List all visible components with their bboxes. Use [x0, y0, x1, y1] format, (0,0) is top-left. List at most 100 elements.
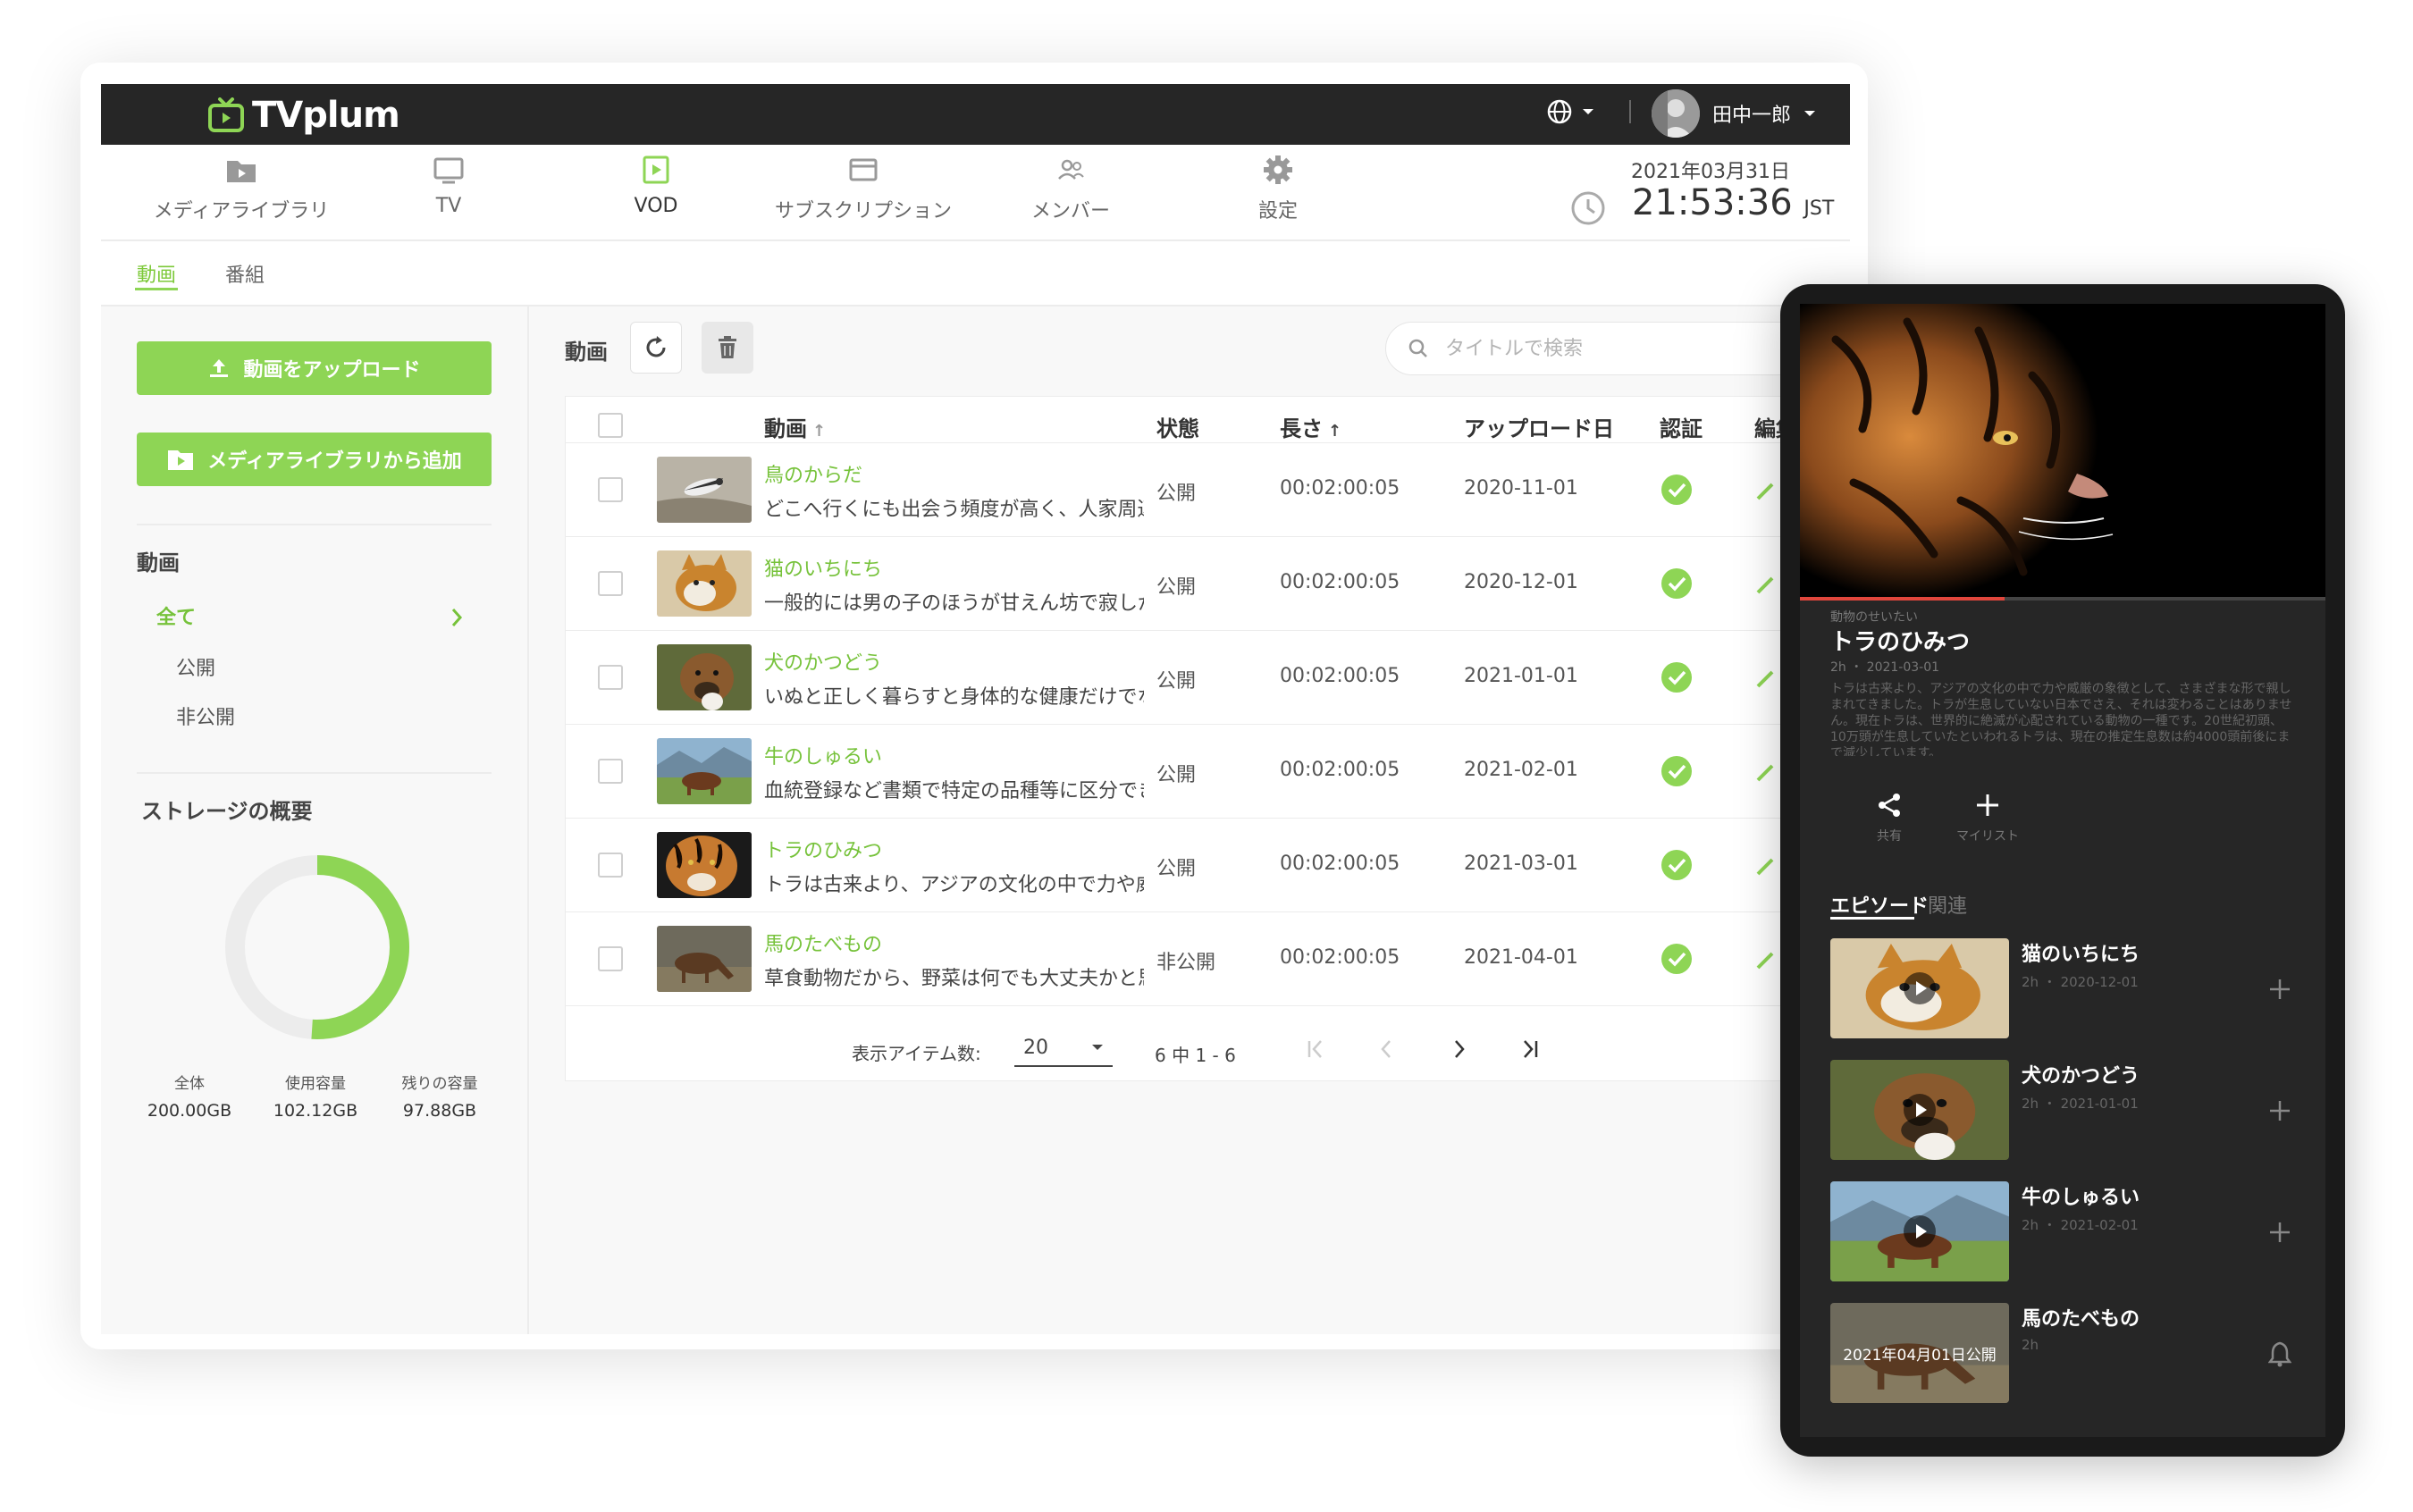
- refresh-button[interactable]: [630, 322, 682, 374]
- header-video[interactable]: 動画 ↑: [764, 411, 826, 442]
- edit-icon[interactable]: [1754, 573, 1774, 596]
- nav-label: TV: [435, 195, 462, 217]
- nav-settings[interactable]: 設定: [1162, 152, 1394, 232]
- filter-private[interactable]: 非公開: [176, 701, 235, 730]
- sort-up-icon: ↑: [812, 422, 827, 441]
- edit-icon[interactable]: [1754, 760, 1774, 784]
- header-uploaded[interactable]: アップロード日: [1464, 411, 1614, 442]
- user-menu[interactable]: 田中一郎: [1652, 89, 1816, 138]
- video-title-link[interactable]: 鳥のからだ: [764, 459, 862, 488]
- edit-icon[interactable]: [1754, 948, 1774, 971]
- video-thumbnail[interactable]: [657, 457, 752, 523]
- video-thumbnail[interactable]: [657, 832, 752, 898]
- video-thumbnail[interactable]: [657, 550, 752, 617]
- next-page-icon[interactable]: [1446, 1037, 1471, 1062]
- episode-thumbnail[interactable]: [1830, 938, 2009, 1038]
- status-cell: 公開: [1156, 764, 1197, 786]
- delete-button[interactable]: [702, 322, 753, 374]
- plus-icon[interactable]: [2268, 1221, 2291, 1244]
- hero-image[interactable]: [1800, 304, 2325, 599]
- episode-title[interactable]: 猫のいちにち: [2022, 938, 2140, 967]
- edit-icon[interactable]: [1754, 667, 1774, 690]
- video-description: トラは古来より、アジアの文化の中で力や威: [764, 874, 1144, 896]
- episode-thumbnail[interactable]: 2021年04月01日公開: [1830, 1303, 2009, 1403]
- search-input[interactable]: [1445, 337, 1785, 360]
- row-checkbox[interactable]: [598, 946, 623, 971]
- video-thumbnail[interactable]: [657, 644, 752, 710]
- tab-videos[interactable]: 動画: [137, 259, 176, 288]
- row-checkbox[interactable]: [598, 571, 623, 596]
- table-row[interactable]: 牛のしゅるい 血統登録など書類で特定の品種等に区分でき 公開 00:02:00:…: [566, 724, 1850, 818]
- nav-vod[interactable]: VOD: [540, 152, 772, 232]
- header-edit[interactable]: 編集: [1754, 411, 1781, 442]
- last-page-icon[interactable]: [1518, 1037, 1543, 1062]
- nav-members[interactable]: メンバー: [954, 152, 1187, 232]
- play-icon[interactable]: [1902, 970, 1938, 1006]
- nav-media-library[interactable]: メディアライブラリ: [125, 152, 357, 232]
- episode-title[interactable]: 牛のしゅるい: [2022, 1181, 2140, 1210]
- episode-thumbnail[interactable]: [1830, 1060, 2009, 1160]
- app-logo[interactable]: TVplum: [207, 93, 400, 138]
- filter-all[interactable]: 全て: [137, 594, 492, 639]
- episode-item[interactable]: 犬のかつどう 2h ・ 2021-01-01: [1830, 1060, 2295, 1160]
- share-label: 共有: [1877, 829, 1902, 844]
- upload-video-button[interactable]: 動画をアップロード: [137, 341, 492, 395]
- row-checkbox[interactable]: [598, 759, 623, 784]
- plus-icon[interactable]: [2268, 1099, 2291, 1122]
- edit-icon[interactable]: [1754, 479, 1774, 502]
- tab-programs[interactable]: 番組: [225, 259, 265, 288]
- video-title-link[interactable]: 牛のしゅるい: [764, 741, 882, 769]
- language-selector[interactable]: [1546, 98, 1594, 125]
- tab-episodes[interactable]: エピソード: [1830, 890, 1929, 919]
- episode-item[interactable]: 2021年04月01日公開 馬のたべもの 2h: [1830, 1303, 2295, 1403]
- list-title: 動画: [565, 340, 608, 365]
- storage-remaining-label: 残りの容量: [401, 1075, 478, 1093]
- play-icon[interactable]: [1902, 1214, 1938, 1249]
- edit-icon[interactable]: [1754, 854, 1774, 878]
- episode-item[interactable]: 猫のいちにち 2h ・ 2020-12-01: [1830, 938, 2295, 1038]
- tab-related[interactable]: 関連: [1928, 890, 1967, 919]
- tab-underline: [135, 288, 178, 290]
- video-title-link[interactable]: トラのひみつ: [764, 835, 882, 863]
- episode-thumbnail[interactable]: [1830, 1181, 2009, 1281]
- header-verified[interactable]: 認証: [1660, 411, 1703, 442]
- nav-tv[interactable]: TV: [332, 152, 565, 232]
- status-cell: 公開: [1156, 670, 1197, 693]
- video-title-link[interactable]: 馬のたべもの: [764, 928, 882, 957]
- episode-title[interactable]: 犬のかつどう: [2022, 1060, 2140, 1088]
- row-checkbox[interactable]: [598, 665, 623, 690]
- table-row[interactable]: 鳥のからだ どこへ行くにも出会う頻度が高く、人家周辺 公開 00:02:00:0…: [566, 442, 1850, 536]
- video-title-link[interactable]: 犬のかつどう: [764, 647, 882, 676]
- table-row[interactable]: 猫のいちにち 一般的には男の子のほうが甘えん坊で寂しが 公開 00:02:00:…: [566, 536, 1850, 630]
- prev-page-icon[interactable]: [1375, 1037, 1400, 1062]
- nav-subscription[interactable]: サブスクリプション: [747, 152, 979, 232]
- video-title-link[interactable]: 猫のいちにち: [764, 553, 882, 582]
- table-row[interactable]: トラのひみつ トラは古来より、アジアの文化の中で力や威 公開 00:02:00:…: [566, 818, 1850, 911]
- video-thumbnail[interactable]: [657, 738, 752, 804]
- first-page-icon[interactable]: [1303, 1037, 1328, 1062]
- table-row[interactable]: 馬のたべもの 草食動物だから、野菜は何でも大丈夫かと思 非公開 00:02:00…: [566, 911, 1850, 1005]
- table-row[interactable]: 犬のかつどう いぬと正しく暮らすと身体的な健康だけでな 公開 00:02:00:…: [566, 630, 1850, 724]
- chevron-down-icon: [1804, 111, 1816, 116]
- bell-icon[interactable]: [2268, 1340, 2291, 1367]
- globe-icon: [1547, 99, 1572, 124]
- episode-title[interactable]: 馬のたべもの: [2022, 1303, 2140, 1331]
- per-page-label: 表示アイテム数:: [852, 1043, 981, 1064]
- row-checkbox[interactable]: [598, 853, 623, 878]
- episode-item[interactable]: 牛のしゅるい 2h ・ 2021-02-01: [1830, 1181, 2295, 1281]
- plus-icon[interactable]: [2268, 978, 2291, 1001]
- date-cell: 2020-11-01: [1464, 477, 1578, 500]
- header-status[interactable]: 状態: [1156, 411, 1199, 442]
- row-checkbox[interactable]: [598, 477, 623, 502]
- filter-public[interactable]: 公開: [176, 652, 215, 681]
- add-from-library-button[interactable]: メディアライブラリから追加: [137, 433, 492, 486]
- per-page-select[interactable]: 20: [1014, 1029, 1113, 1067]
- mylist-button[interactable]: マイリスト: [1943, 791, 2032, 844]
- share-button[interactable]: 共有: [1862, 791, 1916, 844]
- chevron-down-icon: [1583, 109, 1593, 114]
- play-icon[interactable]: [1902, 1092, 1938, 1128]
- nav-label: VOD: [634, 195, 678, 217]
- header-length[interactable]: 長さ ↑: [1280, 411, 1341, 442]
- select-all-checkbox[interactable]: [598, 413, 623, 438]
- video-thumbnail[interactable]: [657, 926, 752, 992]
